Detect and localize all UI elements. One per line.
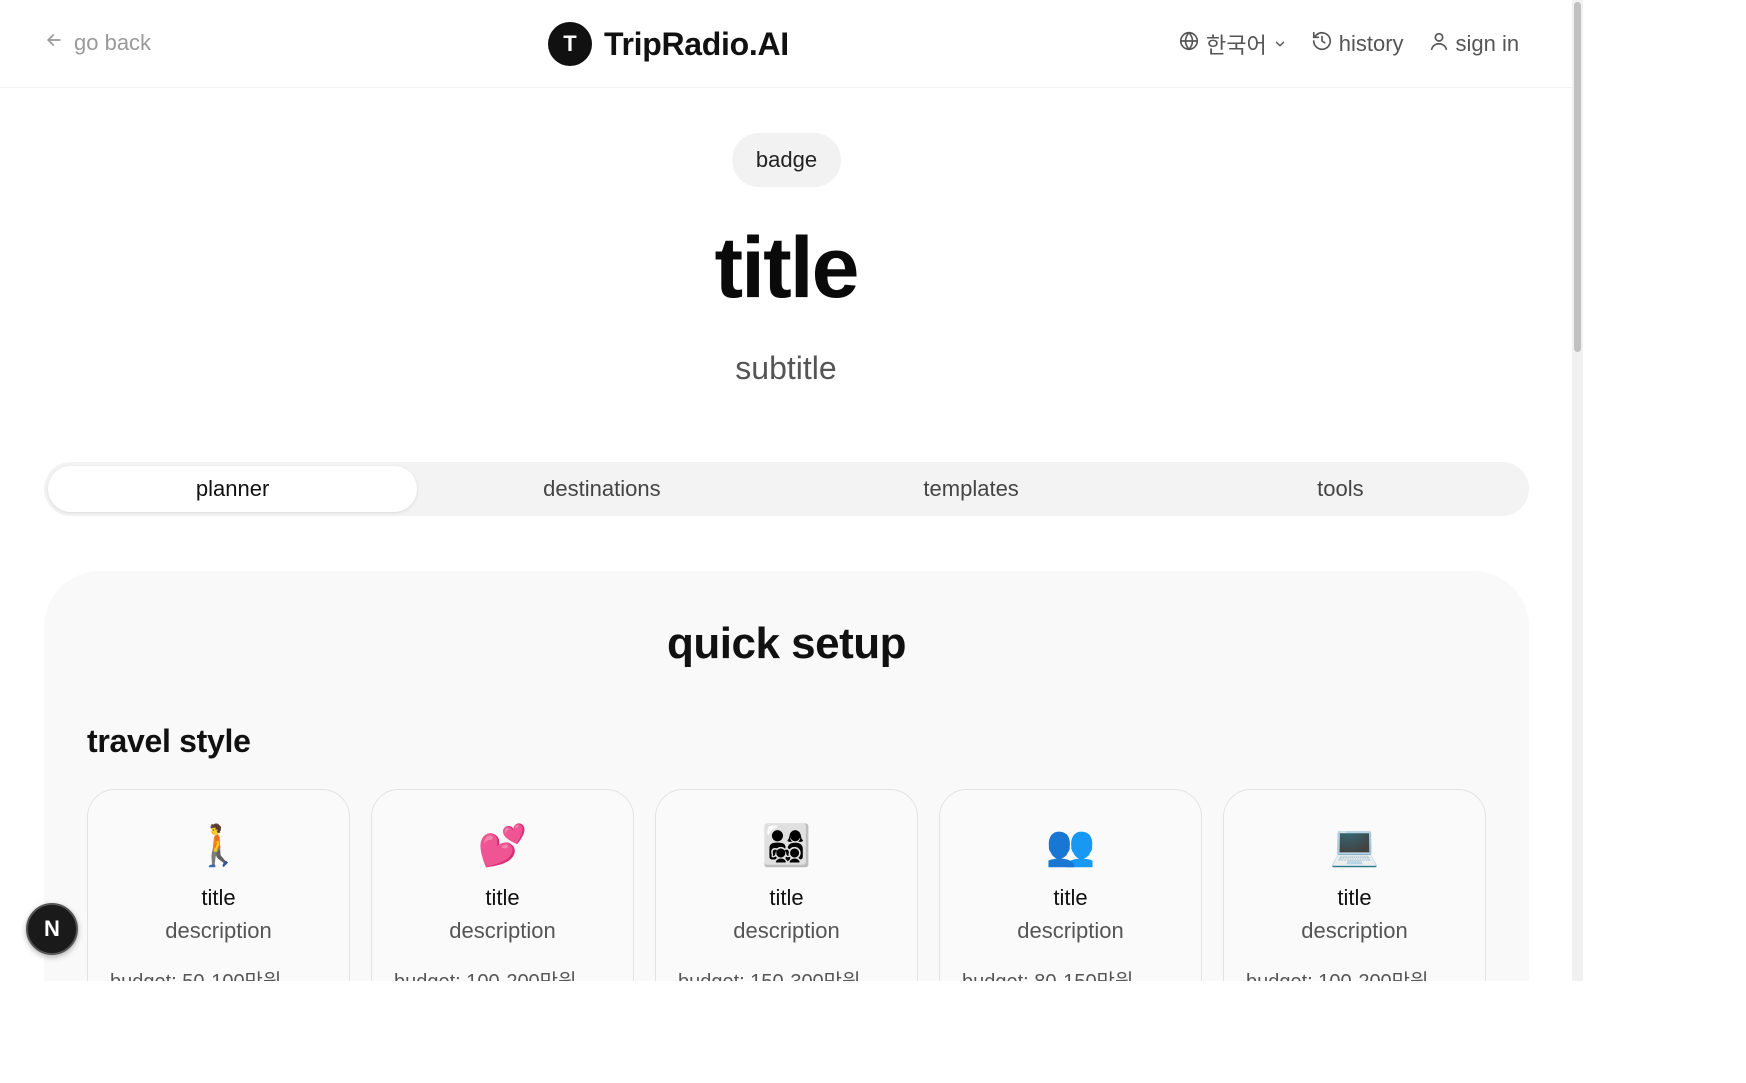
globe-icon — [1178, 30, 1200, 58]
card-title: title — [1337, 885, 1372, 910]
scrollbar-thumb[interactable] — [1574, 2, 1581, 352]
card-description: description — [449, 918, 556, 943]
card-budget: budget: 100-200만원 — [394, 965, 576, 981]
card-description: description — [733, 918, 840, 943]
travel-style-card-family[interactable]: 👨‍👩‍👧‍👦 title description budget: 150-30… — [655, 789, 918, 981]
user-icon — [1428, 30, 1450, 58]
sign-in-link[interactable]: sign in — [1428, 30, 1520, 58]
card-description: description — [1301, 918, 1408, 943]
two-hearts-icon: 💕 — [477, 824, 528, 868]
travel-style-card-couple[interactable]: 💕 title description budget: 100-200만원 — [371, 789, 634, 981]
history-icon — [1311, 30, 1333, 58]
chevron-down-icon — [1273, 31, 1287, 57]
card-title: title — [769, 885, 804, 910]
travel-style-cards: 🚶 title description budget: 50-100만원 💕 t… — [87, 789, 1486, 981]
sign-in-label: sign in — [1455, 31, 1520, 56]
main-tabs: planner destinations templates tools — [44, 462, 1529, 516]
top-header: go back T TripRadio.AI 한국어 history sign … — [0, 0, 1572, 88]
card-description: description — [165, 918, 272, 943]
card-title: title — [201, 885, 236, 910]
header-actions: 한국어 history sign in — [1178, 28, 1519, 60]
travel-style-heading: travel style — [87, 723, 251, 759]
card-budget: budget: 80-150만원 — [962, 965, 1133, 981]
group-icon: 👥 — [1045, 824, 1096, 868]
walking-person-icon: 🚶 — [193, 824, 244, 868]
tab-tools[interactable]: tools — [1156, 466, 1525, 512]
brand-name: TripRadio.AI — [604, 25, 789, 62]
arrow-left-icon — [44, 30, 64, 56]
card-budget: budget: 50-100만원 — [110, 965, 281, 981]
go-back-link[interactable]: go back — [44, 30, 151, 56]
go-back-label: go back — [74, 30, 152, 55]
blank-area — [0, 981, 1746, 1083]
tab-templates[interactable]: templates — [787, 466, 1156, 512]
quick-setup-panel: quick setup travel style 🚶 title descrip… — [44, 571, 1529, 981]
page-title: title — [714, 220, 860, 316]
card-budget: budget: 150-300만원 — [678, 965, 860, 981]
laptop-icon: 💻 — [1329, 824, 1380, 868]
travel-style-card-friends[interactable]: 👥 title description budget: 80-150만원 — [939, 789, 1202, 981]
page-subtitle: subtitle — [735, 350, 837, 386]
logo-icon: T — [548, 22, 592, 66]
brand-logo-link[interactable]: T TripRadio.AI — [548, 22, 789, 66]
travel-style-card-solo[interactable]: 🚶 title description budget: 50-100만원 — [87, 789, 350, 981]
hero-badge: badge — [732, 133, 841, 187]
app-viewport: go back T TripRadio.AI 한국어 history sign … — [0, 0, 1583, 981]
tab-planner[interactable]: planner — [48, 466, 418, 512]
quick-setup-title: quick setup — [667, 619, 907, 668]
travel-style-card-business[interactable]: 💻 title description budget: 100-200만원 — [1223, 789, 1486, 981]
language-selector[interactable]: 한국어 — [1178, 28, 1287, 60]
history-link[interactable]: history — [1311, 30, 1404, 58]
family-icon: 👨‍👩‍👧‍👦 — [761, 824, 812, 868]
language-label: 한국어 — [1206, 33, 1267, 58]
card-title: title — [485, 885, 520, 910]
card-description: description — [1017, 918, 1124, 943]
tab-destinations[interactable]: destinations — [417, 466, 786, 512]
card-title: title — [1053, 885, 1088, 910]
card-budget: budget: 100-200만원 — [1246, 965, 1428, 981]
history-label: history — [1338, 31, 1404, 56]
nextjs-dev-badge-button[interactable]: N — [26, 903, 78, 955]
